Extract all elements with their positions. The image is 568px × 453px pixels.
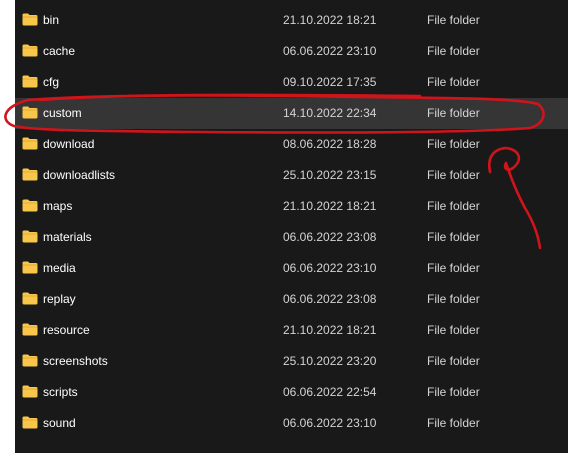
file-list: bin 21.10.2022 18:21 File folder cache 06.06… [15, 5, 568, 439]
file-row-cache[interactable]: cache 06.06.2022 23:10 File folder [15, 36, 568, 67]
file-type: File folder [427, 416, 480, 430]
file-name: downloadlists [43, 168, 116, 182]
folder-icon [22, 168, 38, 181]
file-row-media[interactable]: media 06.06.2022 23:10 File folder [15, 253, 568, 284]
folder-icon [22, 385, 38, 398]
file-row-download[interactable]: download 08.06.2022 18:28 File folder [15, 129, 568, 160]
file-row-materials[interactable]: materials 06.06.2022 23:08 File folder [15, 222, 568, 253]
date-modified: 06.06.2022 23:10 [283, 261, 377, 275]
file-type: File folder [427, 261, 480, 275]
date-modified: 06.06.2022 23:08 [283, 230, 377, 244]
file-type: File folder [427, 106, 480, 120]
date-modified: 21.10.2022 18:21 [283, 323, 377, 337]
file-row-sound[interactable]: sound 06.06.2022 23:10 File folder [15, 408, 568, 439]
folder-icon [22, 261, 38, 274]
file-row-downloadlists[interactable]: downloadlists 25.10.2022 23:15 File folder [15, 160, 568, 191]
folder-icon [22, 354, 38, 367]
file-row-screenshots[interactable]: screenshots 25.10.2022 23:20 File folder [15, 346, 568, 377]
folder-icon [22, 137, 38, 150]
date-modified: 08.06.2022 18:28 [283, 137, 377, 151]
folder-icon [22, 44, 38, 57]
folder-icon [22, 75, 38, 88]
file-name: bin [43, 13, 60, 27]
folder-icon [22, 416, 38, 429]
file-type: File folder [427, 44, 480, 58]
file-name: scripts [43, 385, 78, 399]
folder-icon [22, 292, 38, 305]
folder-icon [22, 323, 38, 336]
file-type: File folder [427, 385, 480, 399]
file-name: maps [43, 199, 73, 213]
file-type: File folder [427, 292, 480, 306]
file-row-bin[interactable]: bin 21.10.2022 18:21 File folder [15, 5, 568, 36]
date-modified: 06.06.2022 23:10 [283, 416, 377, 430]
file-name: sound [43, 416, 76, 430]
file-explorer: bin 21.10.2022 18:21 File folder cache 06.06… [15, 0, 568, 453]
file-name: materials [43, 230, 92, 244]
file-row-cfg[interactable]: cfg 09.10.2022 17:35 File folder [15, 67, 568, 98]
folder-icon [22, 199, 38, 212]
folder-icon [22, 106, 38, 119]
date-modified: 14.10.2022 22:34 [283, 106, 377, 120]
file-type: File folder [427, 323, 480, 337]
file-name: cache [43, 44, 76, 58]
date-modified: 06.06.2022 23:08 [283, 292, 377, 306]
date-modified: 09.10.2022 17:35 [283, 75, 377, 89]
file-row-replay[interactable]: replay 06.06.2022 23:08 File folder [15, 284, 568, 315]
file-name: media [43, 261, 76, 275]
file-row-custom[interactable]: custom 14.10.2022 22:34 File folder [15, 98, 568, 129]
file-row-maps[interactable]: maps 21.10.2022 18:21 File folder [15, 191, 568, 222]
file-name: cfg [43, 75, 60, 89]
date-modified: 06.06.2022 22:54 [283, 385, 377, 399]
folder-icon [22, 13, 38, 26]
file-name: custom [43, 106, 82, 120]
file-type: File folder [427, 354, 480, 368]
date-modified: 06.06.2022 23:10 [283, 44, 377, 58]
file-type: File folder [427, 230, 480, 244]
folder-icon [22, 230, 38, 243]
date-modified: 25.10.2022 23:15 [283, 168, 377, 182]
file-row-scripts[interactable]: scripts 06.06.2022 22:54 File folder [15, 377, 568, 408]
file-type: File folder [427, 168, 480, 182]
file-row-resource[interactable]: resource 21.10.2022 18:21 File folder [15, 315, 568, 346]
file-name: screenshots [43, 354, 108, 368]
date-modified: 21.10.2022 18:21 [283, 199, 377, 213]
file-type: File folder [427, 13, 480, 27]
date-modified: 21.10.2022 18:21 [283, 13, 377, 27]
file-name: resource [43, 323, 90, 337]
date-modified: 25.10.2022 23:20 [283, 354, 377, 368]
file-name: replay [43, 292, 76, 306]
file-type: File folder [427, 137, 480, 151]
file-type: File folder [427, 199, 480, 213]
file-type: File folder [427, 75, 480, 89]
file-name: download [43, 137, 95, 151]
